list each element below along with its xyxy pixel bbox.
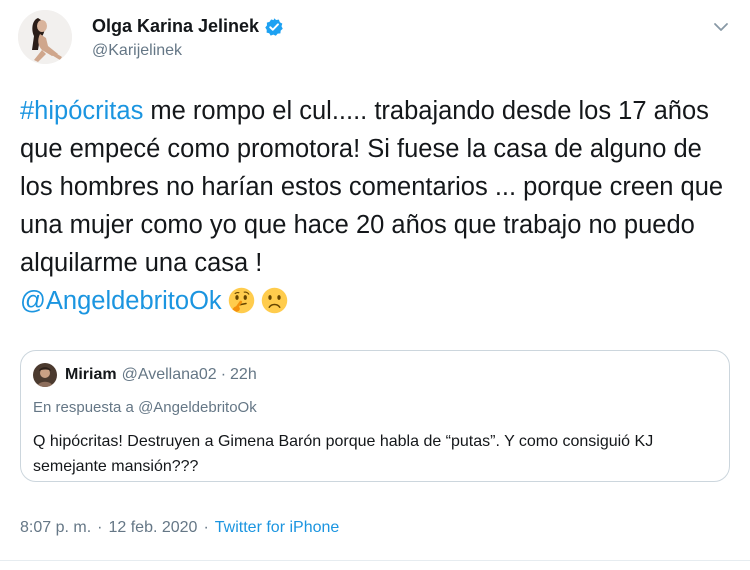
tweet-text: #hipócritas me rompo el cul..... trabaja… xyxy=(20,92,740,320)
tweet-time[interactable]: 8:07 p. m. xyxy=(20,519,91,537)
tweet-footer: 8:07 p. m. · 12 feb. 2020 · Twitter for … xyxy=(20,519,339,537)
quoted-separator: · xyxy=(220,366,227,383)
footer-separator: · xyxy=(203,519,209,536)
quoted-author-handle[interactable]: @Avellana02 xyxy=(122,366,217,384)
author-header: Olga Karina Jelinek @Karijelinek xyxy=(92,16,284,60)
quoted-tweet[interactable]: Miriam @Avellana02 · 22h En respuesta a … xyxy=(20,350,730,482)
quoted-reply-context: En respuesta a @AngeldebritoOk xyxy=(33,399,257,416)
quoted-author-name[interactable]: Miriam xyxy=(65,366,117,384)
hashtag-link[interactable]: #hipócritas xyxy=(20,97,143,125)
divider xyxy=(0,560,750,561)
quoted-author-avatar[interactable] xyxy=(33,363,57,387)
tweet-source-link[interactable]: Twitter for iPhone xyxy=(215,519,340,537)
slightly-frowning-face-icon xyxy=(261,287,288,314)
reply-to-link[interactable]: @AngeldebritoOk xyxy=(138,399,257,416)
verified-badge-icon xyxy=(264,17,284,37)
quoted-timestamp[interactable]: 22h xyxy=(230,366,257,384)
footer-separator: · xyxy=(97,519,103,536)
tweet-card: Olga Karina Jelinek @Karijelinek #hipócr… xyxy=(0,0,750,570)
mention-link[interactable]: @AngeldebritoOk xyxy=(20,287,222,315)
author-handle[interactable]: @Karijelinek xyxy=(92,42,284,60)
quoted-tweet-header: Miriam @Avellana02 · 22h xyxy=(33,363,257,387)
chevron-down-icon[interactable] xyxy=(710,16,732,38)
author-display-name[interactable]: Olga Karina Jelinek xyxy=(92,16,259,37)
quoted-tweet-text: Q hipócritas! Destruyen a Gimena Barón p… xyxy=(33,433,654,475)
tweet-date[interactable]: 12 feb. 2020 xyxy=(108,519,197,537)
author-avatar[interactable] xyxy=(18,10,72,64)
reply-prefix: En respuesta a xyxy=(33,399,134,416)
thinking-face-icon xyxy=(228,287,255,314)
